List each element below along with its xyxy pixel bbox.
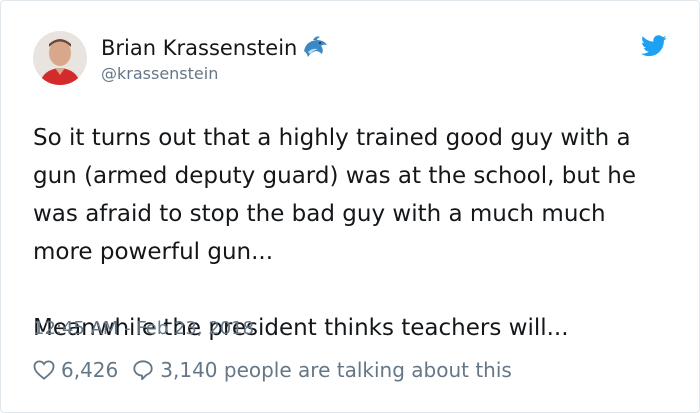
twitter-bird-icon[interactable]: [641, 35, 667, 57]
name-row: Brian Krassenstein: [101, 33, 330, 63]
tweet-header: Brian Krassenstein @krassenstein: [33, 31, 330, 85]
heart-outline-icon[interactable]: [33, 360, 55, 380]
display-name[interactable]: Brian Krassenstein: [101, 35, 297, 61]
tweet-timestamp[interactable]: 12:45 AM - Feb 23, 2018: [33, 318, 254, 339]
avatar[interactable]: [33, 31, 87, 85]
user-handle[interactable]: @krassenstein: [101, 64, 330, 83]
engagement-bar: 6,426 3,140 people are talking about thi…: [33, 358, 512, 382]
conversation-text[interactable]: 3,140 people are talking about this: [160, 358, 512, 382]
avatar-image: [33, 31, 87, 85]
like-count[interactable]: 6,426: [61, 358, 118, 382]
tweet-text: So it turns out that a highly trained go…: [33, 125, 636, 341]
dolphin-emoji-icon: [300, 33, 330, 63]
tweet-card: Brian Krassenstein @krassenstein So it t…: [0, 0, 700, 413]
user-info: Brian Krassenstein @krassenstein: [101, 33, 330, 83]
speech-bubble-icon[interactable]: [132, 359, 154, 381]
